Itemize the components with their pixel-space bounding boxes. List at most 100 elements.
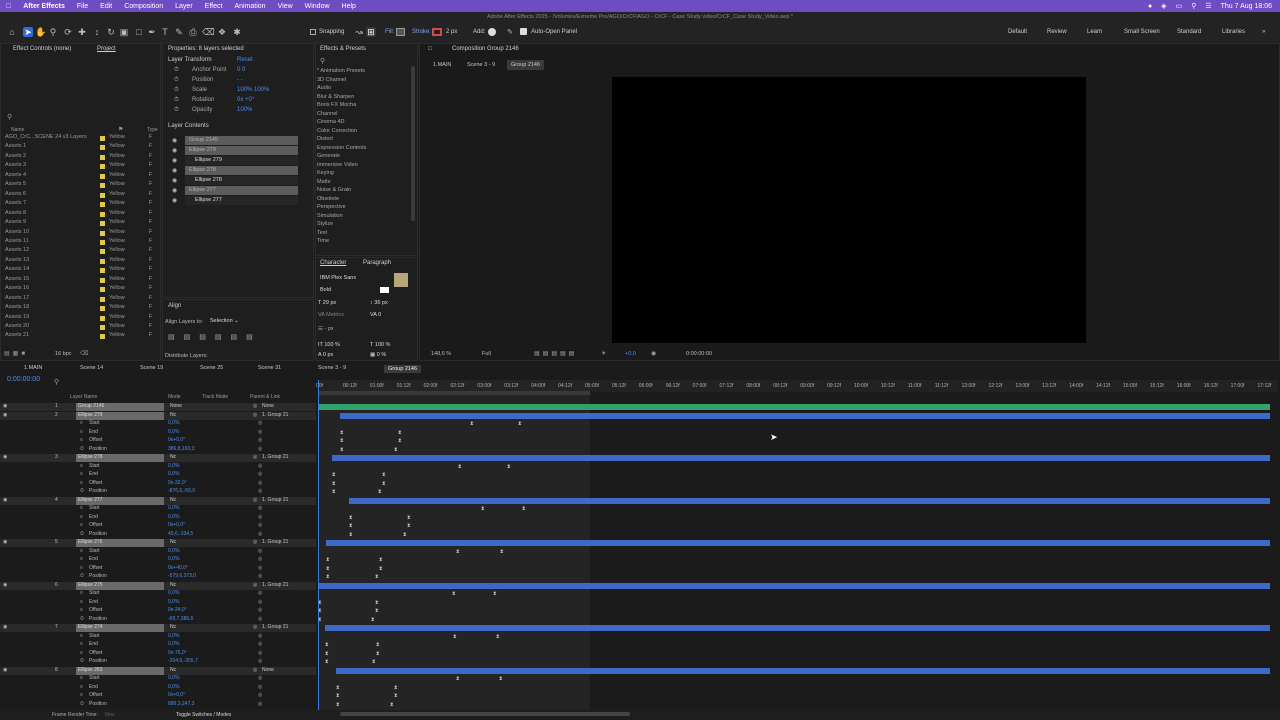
brush-options-icon[interactable]: ✎ bbox=[507, 28, 513, 36]
layer-parent[interactable]: 1. Group 21 bbox=[262, 412, 288, 418]
property-value[interactable]: 100% 100% bbox=[237, 87, 269, 93]
keyframe-icon[interactable]: ⧗ bbox=[456, 549, 460, 555]
keyframe-icon[interactable]: ⧗ bbox=[332, 481, 336, 487]
stopwatch-icon[interactable]: ≡ bbox=[80, 565, 83, 571]
layer-visibility-icon[interactable]: ◉ bbox=[3, 497, 7, 503]
parent-pickwhip-icon[interactable]: ◎ bbox=[253, 403, 257, 409]
reset-button[interactable]: Reset bbox=[237, 57, 253, 63]
effects-category[interactable]: Color Correction bbox=[317, 128, 357, 134]
property-value[interactable]: 100% bbox=[237, 107, 252, 113]
project-item[interactable]: Assets 12 Yellow F bbox=[3, 247, 158, 256]
property-value[interactable]: 0,0% bbox=[168, 429, 179, 435]
text-stroke-swatch[interactable] bbox=[380, 287, 389, 293]
layer-name[interactable]: Ellipse 283 bbox=[76, 666, 164, 675]
composition-viewer[interactable] bbox=[612, 77, 1086, 343]
stroke-width-value[interactable]: ☰ - px bbox=[318, 326, 334, 332]
project-item[interactable]: Assets 9 Yellow F bbox=[3, 219, 158, 228]
layer-visibility-icon[interactable]: ◉ bbox=[3, 667, 7, 673]
align-buttons[interactable]: ▤▤▤▤▤▤ bbox=[168, 333, 262, 341]
project-item[interactable]: Assets 17 Yellow F bbox=[3, 295, 158, 304]
layer-mode[interactable]: Nc bbox=[170, 412, 176, 418]
keyframe-icon[interactable]: ⧗ bbox=[336, 702, 340, 708]
stopwatch-icon[interactable]: ≡ bbox=[80, 641, 83, 647]
stopwatch-icon[interactable]: ⏱ bbox=[174, 107, 179, 114]
layer-visibility-icon[interactable]: ◉ bbox=[3, 539, 7, 545]
expression-pickwhip-icon[interactable]: ◎ bbox=[258, 633, 262, 639]
project-item[interactable]: Assets 14 Yellow F bbox=[3, 266, 158, 275]
project-item[interactable]: Assets 7 Yellow F bbox=[3, 200, 158, 209]
property-value[interactable]: 0,0% bbox=[168, 463, 179, 469]
layer-name[interactable]: Ellipse 277 bbox=[76, 496, 164, 505]
expression-pickwhip-icon[interactable]: ◎ bbox=[258, 505, 262, 511]
property-value[interactable]: 686,3,247,3 bbox=[168, 701, 194, 707]
stopwatch-icon[interactable]: ≡ bbox=[80, 650, 83, 656]
property-value[interactable]: 386,8,193,3 bbox=[168, 446, 194, 452]
layer-parent[interactable]: 1. Group 21 bbox=[262, 582, 288, 588]
col-track-matte[interactable]: Track Matte bbox=[202, 394, 228, 400]
effects-category[interactable]: Keying bbox=[317, 170, 334, 176]
keyframe-icon[interactable]: ⧗ bbox=[375, 574, 379, 580]
layer-mode[interactable]: Nc bbox=[170, 582, 176, 588]
layer-duration-bar[interactable] bbox=[349, 497, 1270, 504]
project-item[interactable]: Assets 1 Yellow F bbox=[3, 143, 158, 152]
vertical-scale-value[interactable]: IT 100 % bbox=[318, 342, 340, 348]
layer-duration-bar[interactable] bbox=[325, 625, 1270, 631]
keyframe-icon[interactable]: ⧗ bbox=[394, 693, 398, 699]
effects-category[interactable]: Perspective bbox=[317, 204, 346, 210]
control-center-icon[interactable]: ☰ bbox=[1205, 2, 1211, 10]
expression-pickwhip-icon[interactable]: ◎ bbox=[258, 480, 262, 486]
keyframe-icon[interactable]: ⧗ bbox=[496, 634, 500, 640]
breadcrumb-main[interactable]: 1.MAIN bbox=[433, 62, 451, 68]
layer-name[interactable]: Group 2145 bbox=[76, 403, 164, 411]
record-icon[interactable]: ● bbox=[1148, 3, 1152, 10]
keyframe-icon[interactable]: ⧗ bbox=[481, 506, 485, 512]
keyframe-icon[interactable]: ⧗ bbox=[398, 430, 402, 436]
col-mode[interactable]: Mode bbox=[168, 394, 181, 400]
project-item[interactable]: Assets 6 Yellow F bbox=[3, 191, 158, 200]
timeline-layer-row[interactable]: ◉ 1 Group 2145 None ◎ None bbox=[0, 403, 316, 411]
breadcrumb-group[interactable]: Group 2146 bbox=[507, 60, 545, 70]
layer-content-item[interactable]: Ellipse 278 bbox=[185, 166, 298, 175]
expression-pickwhip-icon[interactable]: ◎ bbox=[258, 522, 262, 528]
search-icon[interactable]: ⚲ bbox=[1191, 2, 1196, 10]
effects-category[interactable]: Text bbox=[317, 230, 327, 236]
layer-mode[interactable]: Nc bbox=[170, 667, 176, 673]
rectangle-tool-icon[interactable]: □ bbox=[134, 27, 144, 37]
timeline-layer-row[interactable]: ◉ 4 Ellipse 277 Nc ◎ 1. Group 21 bbox=[0, 496, 316, 505]
stopwatch-icon[interactable]: ≡ bbox=[80, 633, 83, 639]
effects-category[interactable]: * Animation Presets bbox=[317, 68, 365, 74]
expression-pickwhip-icon[interactable]: ◎ bbox=[258, 471, 262, 477]
menu-effect[interactable]: Effect bbox=[199, 3, 229, 10]
workspace-review[interactable]: Review bbox=[1047, 29, 1067, 35]
project-item[interactable]: Assets 20 Yellow F bbox=[3, 323, 158, 332]
layer-visibility-icon[interactable]: ◉ bbox=[3, 624, 7, 630]
keyframe-icon[interactable]: ⧗ bbox=[325, 651, 329, 657]
project-col-name[interactable]: Name bbox=[11, 127, 24, 133]
horizontal-scale-value[interactable]: T 100 % bbox=[370, 342, 390, 348]
layer-duration-bar[interactable] bbox=[318, 582, 1270, 589]
timeline-layer-row[interactable]: ◉ 2 Ellipse 279 Nc ◎ 1. Group 21 bbox=[0, 411, 316, 420]
layer-mode[interactable]: Nc bbox=[170, 624, 176, 630]
viewer-toggle-icons[interactable]: ▤▤▤▤▤ bbox=[534, 350, 577, 357]
project-item[interactable]: Assets 16 Yellow F bbox=[3, 285, 158, 294]
keyframe-icon[interactable]: ⧗ bbox=[394, 447, 398, 453]
keyframe-icon[interactable]: ⧗ bbox=[394, 685, 398, 691]
stopwatch-icon[interactable]: ⏱ bbox=[174, 97, 179, 104]
effects-category[interactable]: Boris FX Mocha bbox=[317, 102, 356, 108]
keyframe-icon[interactable]: ⧗ bbox=[382, 481, 386, 487]
stopwatch-icon[interactable]: ≡ bbox=[80, 522, 83, 528]
project-item[interactable]: AGO_CrC...SCENE 24 v3 Layers Yellow F bbox=[3, 134, 158, 143]
timeline-tab[interactable]: Scene 31 bbox=[258, 365, 281, 371]
keyframe-icon[interactable]: ⧗ bbox=[378, 489, 382, 495]
keyframe-icon[interactable]: ⧗ bbox=[375, 600, 379, 606]
menu-help[interactable]: Help bbox=[336, 3, 362, 10]
stopwatch-icon[interactable]: ≡ bbox=[80, 471, 83, 477]
expression-pickwhip-icon[interactable]: ◎ bbox=[258, 616, 262, 622]
effects-category[interactable]: Audio bbox=[317, 85, 331, 91]
eraser-tool-icon[interactable]: ⌫ bbox=[202, 27, 215, 37]
layer-mode[interactable]: None bbox=[170, 403, 182, 409]
effects-category[interactable]: Matte bbox=[317, 179, 331, 185]
keyframe-icon[interactable]: ⧗ bbox=[326, 557, 330, 563]
stopwatch-icon[interactable]: ⏱ bbox=[80, 701, 84, 707]
align-to-select[interactable]: Selection ⌄ bbox=[207, 317, 257, 326]
